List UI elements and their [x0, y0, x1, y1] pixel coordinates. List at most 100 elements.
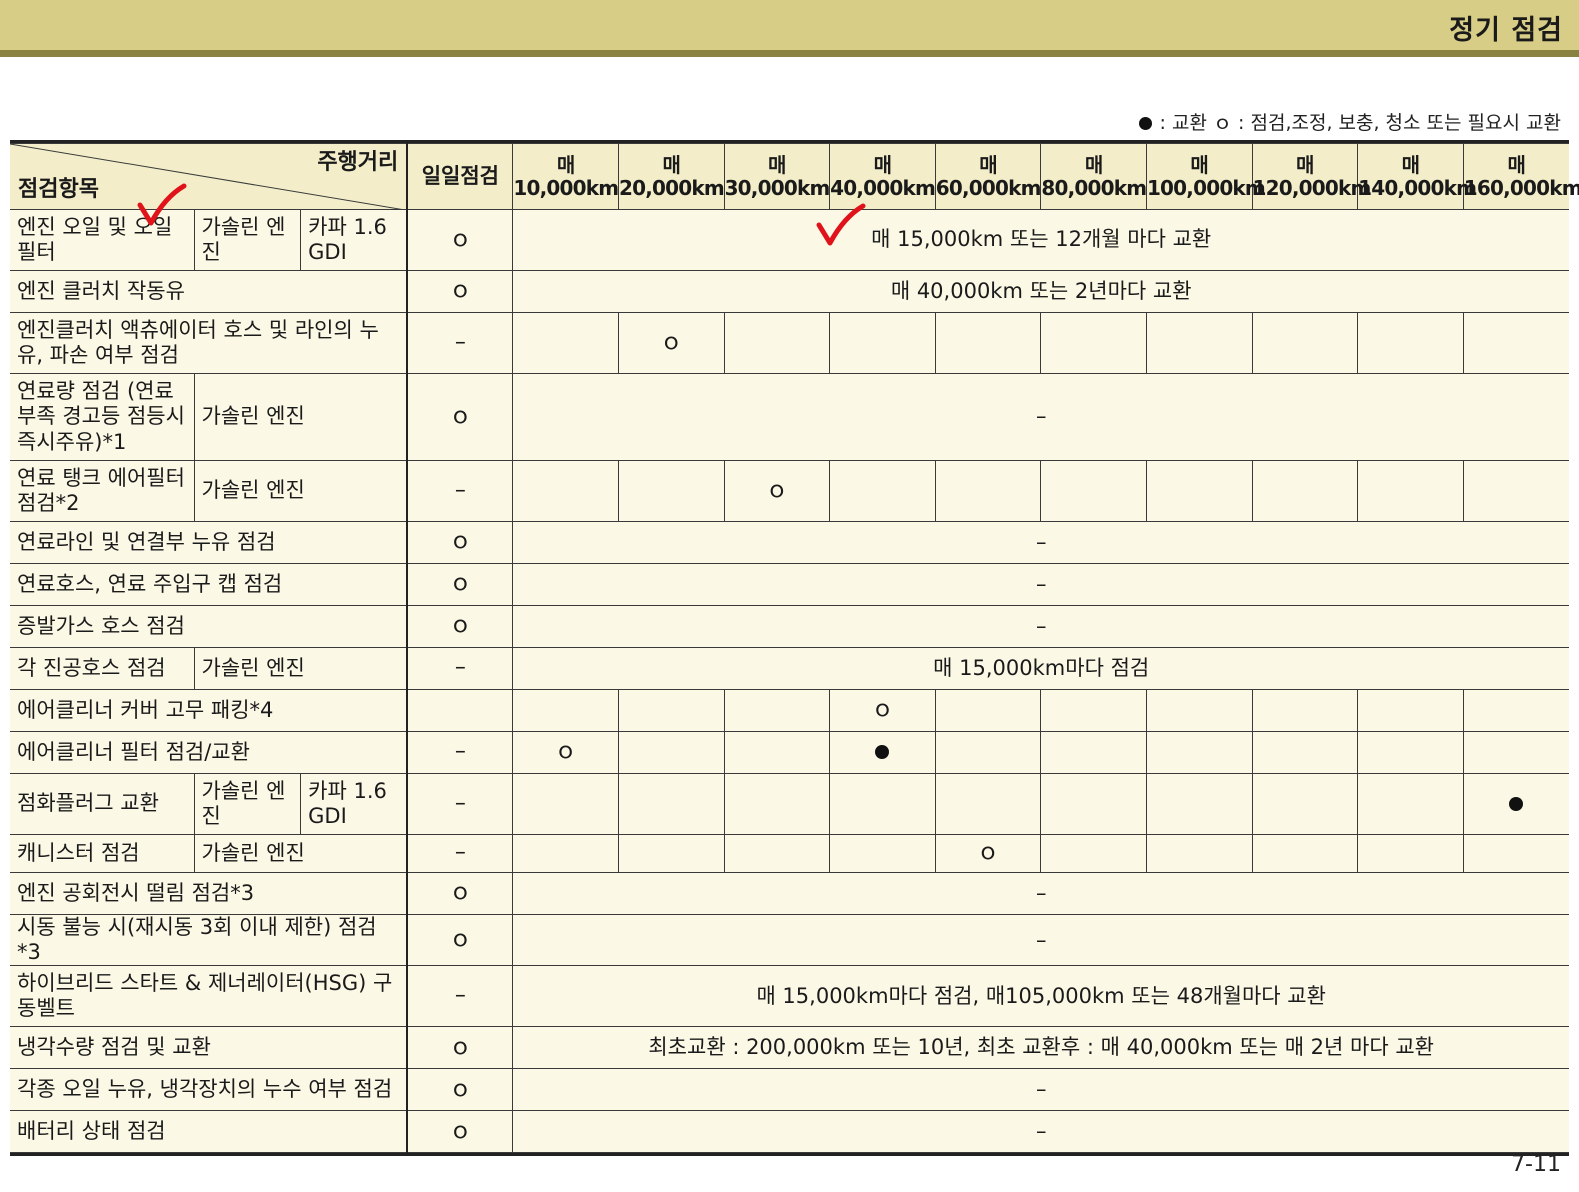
maintenance-table-wrapper: 주행거리 점검항목 일일점검 매 10,000km 매 20,000km 매 30,0…: [10, 140, 1579, 1157]
section-title: 정기 점검: [1449, 15, 1563, 46]
table-row: 증발가스 호스 점검 ｏ –: [10, 605, 1569, 648]
item-label: 캐니스터 점검: [10, 834, 195, 873]
header-underline: [0, 50, 1579, 57]
interval-cell: [1145, 460, 1253, 522]
interval-cell: [934, 460, 1042, 522]
interval-cell: [1145, 312, 1253, 374]
interval-header-120000: 매 120,000km: [1251, 143, 1371, 210]
table-row: 시동 불능 시(재시동 3회 이내 제한) 점검*3 ｏ –: [10, 913, 1569, 967]
page-number: 7-11: [1511, 1152, 1561, 1177]
interval-note: 최초교환 : 200,000km 또는 10년, 최초 교환후 : 매 40,0…: [512, 1026, 1569, 1070]
daily-check-cell: –: [406, 460, 514, 522]
interval-cell: [1462, 460, 1569, 522]
interval-cell: [829, 773, 936, 835]
daily-check-cell: ｏ: [406, 1026, 514, 1070]
interval-cell: ｏ: [723, 460, 831, 522]
interval-cell: [1251, 773, 1359, 835]
daily-check-cell: ｏ: [406, 872, 514, 915]
interval-cell: [723, 773, 831, 835]
legend-inspect-label: ｏ : 점검,조정, 보충, 청소 또는 필요시 교환: [1213, 112, 1561, 134]
interval-cell: [1462, 773, 1569, 835]
daily-header: 일일점검: [406, 143, 514, 210]
interval-cell: [1357, 312, 1464, 374]
interval-cell: [1357, 834, 1464, 873]
item-label: 각종 오일 누유, 냉각장치의 누수 여부 점검: [10, 1068, 408, 1112]
maintenance-table: 주행거리 점검항목 일일점검 매 10,000km 매 20,000km 매 30,0…: [10, 143, 1579, 1154]
item-label: 점화플러그 교환: [10, 773, 195, 835]
interval-cell: [1357, 689, 1464, 732]
daily-check-cell: –: [406, 773, 514, 835]
interval-cell: [1040, 312, 1147, 374]
interval-header-160000: 매 160,000km: [1462, 143, 1579, 210]
item-label: 증발가스 호스 점검: [10, 605, 408, 648]
table-row: 엔진 오일 및 오일필터 가솔린 엔진 카파 1.6 GDI ｏ 매 15,00…: [10, 209, 1569, 271]
table-row: 점화플러그 교환 가솔린 엔진 카파 1.6 GDI –: [10, 773, 1569, 835]
table-row: 엔진 공회전시 떨림 점검*3 ｏ –: [10, 872, 1569, 915]
interval-header-10000: 매 10,000km: [512, 143, 619, 210]
interval-note: 매 15,000km마다 점검: [512, 647, 1569, 690]
sub-label: 가솔린 엔진: [193, 647, 408, 690]
table-row: 냉각수량 점검 및 교환 ｏ 최초교환 : 200,000km 또는 10년, …: [10, 1026, 1569, 1070]
sub-label: 가솔린 엔진: [193, 773, 302, 835]
daily-check-cell: ｏ: [406, 373, 514, 461]
interval-cell: [1040, 689, 1147, 732]
table-row: 각 진공호스 점검 가솔린 엔진 – 매 15,000km마다 점검: [10, 647, 1569, 690]
sub-label: 가솔린 엔진: [193, 834, 408, 873]
interval-cell: [934, 689, 1042, 732]
interval-note: –: [512, 1068, 1569, 1112]
interval-cell: ｏ: [617, 312, 725, 374]
daily-check-cell: –: [406, 834, 514, 873]
interval-note: 매 15,000km 또는 12개월 마다 교환: [512, 209, 1569, 271]
daily-check-cell: –: [406, 965, 514, 1028]
item-label: 시동 불능 시(재시동 3회 이내 제한) 점검*3: [10, 913, 408, 967]
red-checkmark-icon: [137, 183, 187, 226]
interval-header-60000: 매 60,000km: [934, 143, 1041, 210]
interval-note: 매 15,000km마다 점검, 매105,000km 또는 48개월마다 교환: [512, 965, 1569, 1028]
interval-cell: [1251, 731, 1359, 774]
interval-header-40000: 매 40,000km: [829, 143, 936, 210]
header-bar: [0, 0, 1579, 50]
interval-header-140000: 매 140,000km: [1357, 143, 1477, 210]
interval-cell: [1251, 460, 1359, 522]
interval-header-100000: 매 100,000km: [1145, 143, 1266, 210]
item-label: 에어클리너 커버 고무 패킹*4: [10, 689, 408, 732]
interval-cell: [829, 731, 936, 774]
daily-check-cell: ｏ: [406, 1110, 514, 1154]
interval-note: –: [512, 605, 1569, 648]
interval-cell: ｏ: [829, 689, 936, 732]
item-label: 에어클리너 필터 점검/교환: [10, 731, 408, 774]
corner-header: 주행거리 점검항목: [10, 143, 408, 210]
interval-cell: [723, 834, 831, 873]
interval-cell: ｏ: [934, 834, 1042, 873]
interval-header-20000: 매 20,000km: [617, 143, 725, 210]
interval-cell: [723, 689, 831, 732]
daily-check-cell: ｏ: [406, 1068, 514, 1112]
red-checkmark-icon: [816, 203, 866, 246]
interval-cell: [1357, 460, 1464, 522]
daily-check-cell: [406, 689, 514, 732]
interval-cell: [1040, 460, 1147, 522]
item-label: 연료량 점검 (연료부족 경고등 점등시즉시주유)*1: [10, 373, 195, 461]
daily-check-cell: –: [406, 647, 514, 690]
table-row: 에어클리너 필터 점검/교환 – ｏ: [10, 731, 1569, 774]
table-row: 엔진클러치 액츄에이터 호스 및 라인의 누유, 파손 여부 점검 – ｏ: [10, 312, 1569, 374]
interval-cell: [723, 731, 831, 774]
interval-note: 매 40,000km 또는 2년마다 교환: [512, 270, 1569, 313]
filled-dot-icon: [1138, 117, 1152, 130]
table-row: 연료 탱크 에어필터 점검*2 가솔린 엔진 – ｏ: [10, 460, 1569, 522]
table-row: 에어클리너 커버 고무 패킹*4 ｏ: [10, 689, 1569, 732]
replace-dot-icon: [875, 745, 890, 760]
interval-cell: [1462, 834, 1569, 873]
interval-cell: [512, 773, 619, 835]
daily-check-cell: –: [406, 731, 514, 774]
sub-label: 가솔린 엔진: [193, 373, 408, 461]
item-label: 냉각수량 점검 및 교환: [10, 1026, 408, 1070]
interval-cell: [829, 460, 936, 522]
table-row: 연료라인 및 연결부 누유 점검 ｏ –: [10, 521, 1569, 564]
interval-note: –: [512, 563, 1569, 606]
interval-note: –: [512, 913, 1569, 967]
table-row: 연료량 점검 (연료부족 경고등 점등시즉시주유)*1 가솔린 엔진 ｏ –: [10, 373, 1569, 461]
daily-check-cell: –: [406, 312, 514, 374]
interval-cell: [617, 731, 725, 774]
interval-cell: [617, 773, 725, 835]
